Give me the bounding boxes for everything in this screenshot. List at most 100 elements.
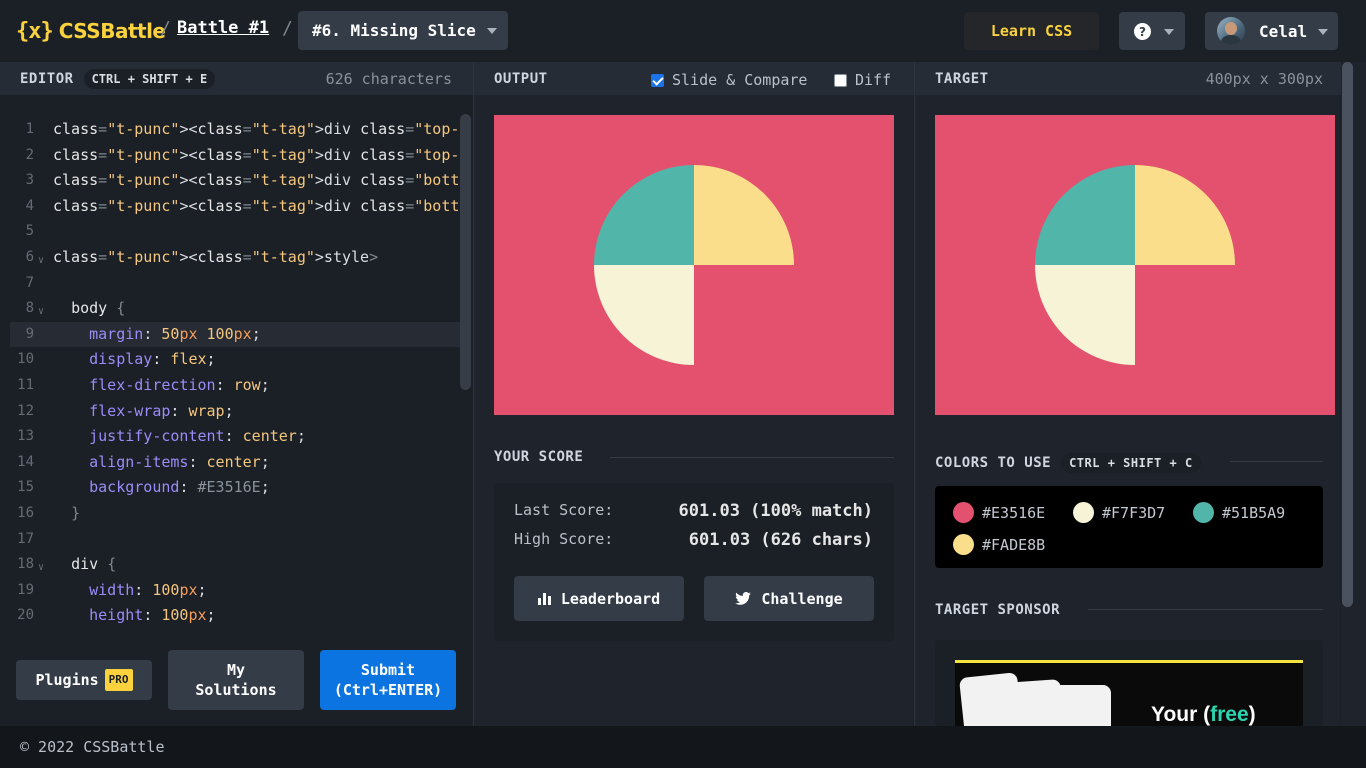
code-text: align-items: center;: [89, 452, 270, 471]
cssbattle-logo[interactable]: {x} CSSBattle: [16, 14, 166, 48]
page-scrollbar-thumb[interactable]: [1342, 62, 1353, 607]
code-line[interactable]: 16 }: [10, 501, 460, 527]
code-line[interactable]: 18 ∨ div {: [10, 552, 460, 578]
submit-label-line2: (Ctrl+ENTER): [333, 681, 443, 699]
line-number: 18: [17, 556, 34, 573]
slide-compare-checkbox[interactable]: [651, 73, 664, 87]
code-text: width: 100px;: [89, 580, 207, 599]
target-canvas: [935, 115, 1335, 415]
chevron-down-icon: [1318, 29, 1328, 35]
leaderboard-label: Leaderboard: [560, 589, 661, 608]
pro-badge: PRO: [104, 669, 133, 691]
submit-button[interactable]: Submit (Ctrl+ENTER): [320, 650, 456, 710]
sponsor-section-title: TARGET SPONSOR: [935, 602, 1061, 618]
colors-section-title: COLORS TO USE CTRL + SHIFT + C: [935, 453, 1201, 473]
color-dot: [953, 534, 974, 555]
color-swatch[interactable]: #51B5A9: [1193, 502, 1285, 523]
color-swatch[interactable]: #F7F3D7: [1073, 502, 1165, 523]
code-text: flex-wrap: wrap;: [89, 401, 234, 420]
diff-checkbox[interactable]: [834, 73, 847, 87]
code-text: div {: [71, 555, 117, 574]
line-number: 8: [25, 300, 34, 317]
ad-text-part1: Your (: [1151, 703, 1211, 726]
code-text: class="t-punc"><class="t-tag">div class=…: [53, 171, 460, 190]
app-header: {x} CSSBattle / Battle #1 / #6. Missing …: [0, 0, 1366, 62]
code-line[interactable]: 14 align-items: center;: [10, 450, 460, 476]
color-hex: #E3516E: [982, 503, 1046, 522]
submit-label-line1: Submit: [360, 661, 416, 679]
line-number: 5: [25, 223, 34, 240]
line-number: 19: [17, 581, 34, 598]
challenge-label: Challenge: [761, 589, 843, 608]
last-score-value: 601.03 (100% match): [678, 501, 873, 521]
editor-scrollbar[interactable]: [460, 114, 471, 390]
line-number: 20: [17, 607, 34, 624]
code-line[interactable]: 9 margin: 50px 100px;: [10, 321, 460, 348]
code-line[interactable]: 8 ∨ body {: [10, 296, 460, 322]
code-line[interactable]: 10 display: flex;: [10, 347, 460, 373]
code-text: body {: [71, 299, 126, 318]
code-line[interactable]: 20 height: 100px;: [10, 603, 460, 629]
target-top-left-slice: [1035, 165, 1135, 265]
line-number: 14: [17, 453, 34, 470]
editor-shortcut-badge: CTRL + SHIFT + E: [83, 68, 216, 89]
target-bottom-left-slice: [1035, 265, 1135, 365]
sponsor-box: Your (free): [935, 640, 1323, 726]
score-box: Last Score: 601.03 (100% match) High Sco…: [494, 483, 894, 641]
code-line[interactable]: 13 justify-content: center;: [10, 424, 460, 450]
output-canvas[interactable]: [494, 115, 894, 415]
target-title: TARGET: [935, 70, 989, 87]
code-line[interactable]: 7: [10, 271, 460, 297]
code-line[interactable]: 17: [10, 527, 460, 553]
code-editor[interactable]: 1 class="t-punc"><class="t-tag">div class…: [0, 112, 460, 642]
code-line[interactable]: 2 class="t-punc"><class="t-tag">div class…: [10, 143, 460, 169]
high-score-label: High Score:: [514, 530, 614, 548]
code-line[interactable]: 15 background: #E3516E;: [10, 475, 460, 501]
code-text: class="t-punc"><class="t-tag">div class=…: [53, 196, 460, 215]
code-text: height: 100px;: [89, 606, 216, 625]
code-line[interactable]: 1 class="t-punc"><class="t-tag">div class…: [10, 117, 460, 143]
code-line[interactable]: 5: [10, 219, 460, 245]
leaderboard-button[interactable]: Leaderboard: [514, 576, 684, 621]
copyright-text: © 2022 CSSBattle: [20, 738, 165, 756]
avatar: [1217, 17, 1245, 45]
slide-compare-toggle[interactable]: Slide & Compare: [651, 71, 807, 89]
colors-palette: #E3516E #F7F3D7 #51B5A9 #FADE8B: [935, 486, 1323, 568]
level-select-dropdown[interactable]: #6. Missing Slice: [298, 11, 508, 50]
breadcrumb-battle-link[interactable]: Battle #1: [177, 18, 269, 38]
code-text: justify-content: center;: [89, 427, 306, 446]
breadcrumb-separator: /: [160, 18, 171, 39]
code-line[interactable]: 11 flex-direction: row;: [10, 373, 460, 399]
code-line[interactable]: 4 class="t-punc"><class="t-tag">div class…: [10, 194, 460, 220]
help-dropdown-button[interactable]: ?: [1119, 12, 1185, 50]
challenge-button[interactable]: Challenge: [704, 576, 874, 621]
target-panel: TARGET 400px x 300px COLORS TO USE CTRL …: [914, 62, 1341, 726]
color-swatch[interactable]: #FADE8B: [953, 534, 1045, 555]
code-line[interactable]: 12 flex-wrap: wrap;: [10, 399, 460, 425]
code-line[interactable]: 3 class="t-punc"><class="t-tag">div class…: [10, 168, 460, 194]
line-number: 10: [17, 351, 34, 368]
code-text: class="t-punc"><class="t-tag">style>: [53, 248, 379, 266]
plugins-label: Plugins: [35, 671, 99, 689]
my-solutions-button[interactable]: My Solutions: [168, 650, 304, 710]
user-name: Celal: [1259, 22, 1308, 41]
diff-toggle[interactable]: Diff: [834, 71, 891, 89]
sponsor-ad-text: Your (free): [1151, 703, 1256, 726]
help-icon: ?: [1134, 23, 1151, 40]
page-scrollbar[interactable]: [1341, 62, 1366, 726]
code-line[interactable]: 6 ∨ class="t-punc"><class="t-tag">style>: [10, 245, 460, 271]
learn-css-button[interactable]: Learn CSS: [964, 12, 1099, 50]
line-number: 2: [25, 146, 34, 163]
user-menu-button[interactable]: Celal: [1205, 12, 1338, 50]
plugins-button[interactable]: Plugins PRO: [16, 660, 152, 700]
bar-chart-icon: [537, 592, 551, 605]
color-swatch[interactable]: #E3516E: [953, 502, 1045, 523]
code-line[interactable]: 19 width: 100px;: [10, 578, 460, 604]
slide-compare-label: Slide & Compare: [672, 71, 808, 89]
target-header: TARGET 400px x 300px: [915, 62, 1341, 95]
my-solutions-label-line2: Solutions: [195, 681, 277, 699]
output-title: OUTPUT: [494, 70, 548, 87]
sponsor-ad-banner[interactable]: Your (free): [955, 660, 1303, 726]
code-text: class="t-punc"><class="t-tag">div class=…: [53, 120, 460, 138]
output-top-right-slice: [694, 165, 794, 265]
